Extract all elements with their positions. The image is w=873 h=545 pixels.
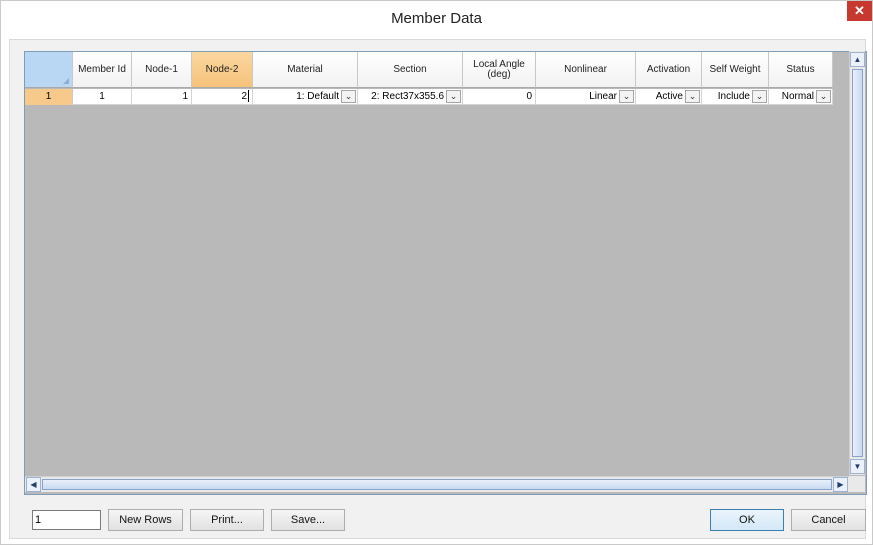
save-button[interactable]: Save... — [271, 509, 345, 531]
close-button[interactable]: ✕ — [847, 1, 872, 21]
activation-value: Active — [655, 91, 683, 102]
chevron-down-icon[interactable]: ⌄ — [341, 90, 356, 103]
chevron-down-icon[interactable]: ⌄ — [752, 90, 767, 103]
cell-section-combo[interactable]: 2: Rect37x355.6 ⌄ — [358, 89, 463, 105]
close-icon: ✕ — [854, 3, 865, 18]
cell-material-combo[interactable]: 1: Default ⌄ — [253, 89, 358, 105]
status-value: Normal — [781, 91, 814, 102]
arrow-left-icon[interactable]: ◀ — [26, 477, 41, 492]
scrollbar-corner — [849, 476, 865, 492]
nonlinear-value: Linear — [589, 91, 617, 102]
cell-node-2-editing[interactable]: 2 — [192, 89, 253, 105]
column-header-section[interactable]: Section — [358, 52, 463, 88]
column-header-material[interactable]: Material — [253, 52, 358, 88]
column-header-member-id[interactable]: Member Id — [73, 52, 132, 88]
cell-activation-combo[interactable]: Active ⌄ — [636, 89, 702, 105]
row-header[interactable]: 1 — [25, 89, 73, 105]
vertical-scroll-thumb[interactable] — [852, 69, 863, 457]
vertical-scrollbar[interactable]: ▲ ▼ — [849, 51, 865, 475]
select-all-corner[interactable] — [25, 52, 73, 88]
chevron-down-icon[interactable]: ⌄ — [619, 90, 634, 103]
cancel-button[interactable]: Cancel — [791, 509, 866, 531]
column-header-local-angle[interactable]: Local Angle (deg) — [463, 52, 536, 88]
cell-nonlinear-combo[interactable]: Linear ⌄ — [536, 89, 636, 105]
column-header-status[interactable]: Status — [769, 52, 833, 88]
column-header-self-weight[interactable]: Self Weight — [702, 52, 769, 88]
chevron-down-icon[interactable]: ⌄ — [816, 90, 831, 103]
ok-button[interactable]: OK — [710, 509, 784, 531]
chevron-down-icon[interactable]: ⌄ — [446, 90, 461, 103]
title-bar: Member Data ✕ — [1, 1, 872, 39]
column-header-node-1[interactable]: Node-1 — [132, 52, 192, 88]
cell-node-1[interactable]: 1 — [132, 89, 192, 105]
horizontal-scrollbar[interactable]: ◀ ▶ — [25, 476, 849, 492]
self-weight-value: Include — [717, 91, 750, 102]
cell-member-id[interactable]: 1 — [73, 89, 132, 105]
cell-status-combo[interactable]: Normal ⌄ — [769, 89, 833, 105]
chevron-down-icon[interactable]: ⌄ — [685, 90, 700, 103]
arrow-right-icon[interactable]: ▶ — [833, 477, 848, 492]
new-rows-button[interactable]: New Rows — [108, 509, 183, 531]
print-button[interactable]: Print... — [190, 509, 264, 531]
column-header-nonlinear[interactable]: Nonlinear — [536, 52, 636, 88]
horizontal-scroll-thumb[interactable] — [42, 479, 832, 490]
member-grid[interactable]: Member Id Node-1 Node-2 Material Section… — [24, 51, 867, 495]
cell-local-angle[interactable]: 0 — [463, 89, 536, 105]
text-caret — [248, 90, 249, 103]
cell-self-weight-combo[interactable]: Include ⌄ — [702, 89, 769, 105]
arrow-up-icon[interactable]: ▲ — [850, 52, 865, 67]
arrow-down-icon[interactable]: ▼ — [850, 459, 865, 474]
column-header-activation[interactable]: Activation — [636, 52, 702, 88]
section-value: 2: Rect37x355.6 — [371, 91, 444, 102]
window-title: Member Data — [391, 10, 482, 27]
cell-node-2-value: 2 — [241, 91, 247, 102]
material-value: 1: Default — [296, 91, 339, 102]
column-header-node-2[interactable]: Node-2 — [192, 52, 253, 88]
new-rows-count-input[interactable]: 1 — [32, 510, 101, 530]
corner-triangle-icon — [63, 78, 69, 84]
